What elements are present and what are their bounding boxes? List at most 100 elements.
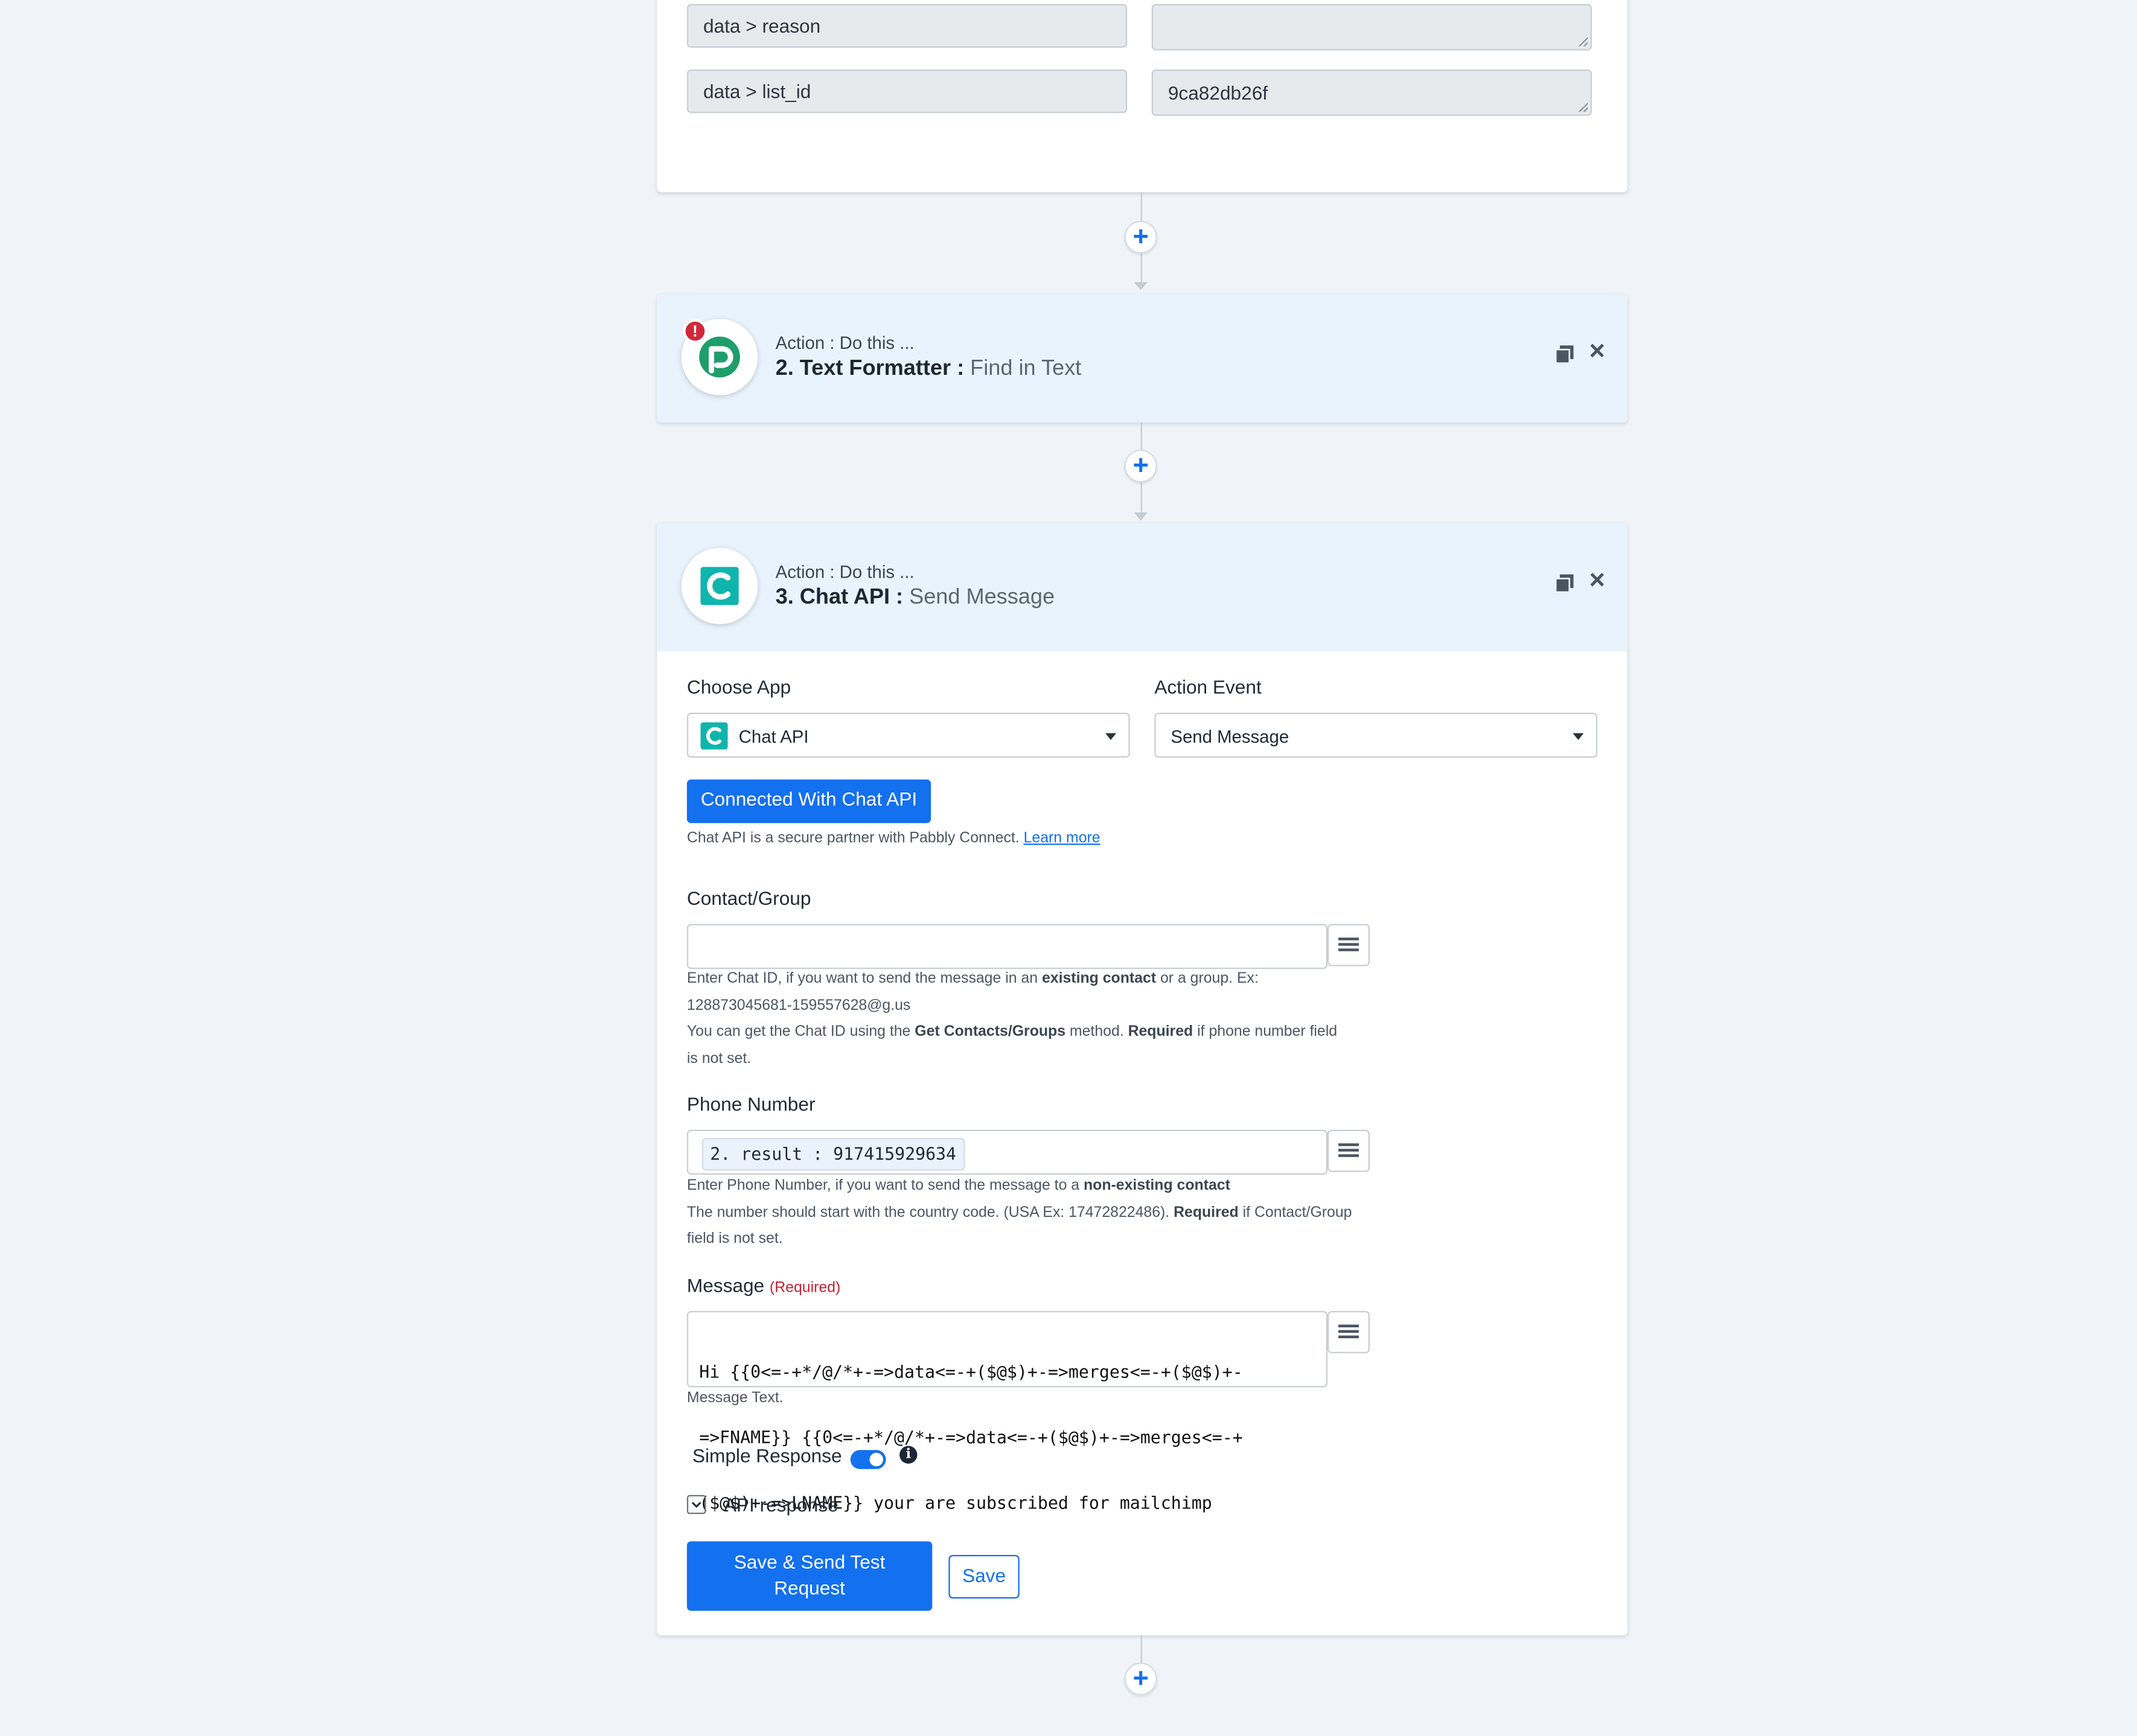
partner-text: Chat API is a secure partner with Pabbly… (687, 826, 1100, 852)
close-icon[interactable]: × (1589, 337, 1605, 368)
step3-app-name: 3. Chat API : (775, 586, 904, 610)
add-step-button[interactable]: + (1124, 1662, 1157, 1696)
contact-group-insert-button[interactable] (1327, 924, 1370, 966)
save-send-test-button[interactable]: Save & Send Test Request (686, 1541, 933, 1611)
chat-api-logo (681, 547, 758, 625)
contact-group-help: Enter Chat ID, if you want to send the m… (687, 966, 1369, 1073)
simple-response-label: Simple Response (692, 1444, 842, 1467)
help-bold: non-existing contact (1084, 1177, 1230, 1194)
info-glyph: i (906, 1447, 912, 1463)
help-bold: existing contact (1041, 970, 1157, 987)
error-badge-icon: ! (683, 319, 708, 343)
choose-app-value: Chat API (738, 726, 809, 747)
choose-app-label: Choose App (686, 675, 791, 698)
phone-number-help: Enter Phone Number, if you want to send … (687, 1173, 1382, 1253)
step2-event-name: Find in Text (970, 357, 1082, 380)
phone-number-chip[interactable]: 2. result : 917415929634 (701, 1138, 965, 1171)
mapping-key-reason: data > reason (703, 14, 821, 37)
add-step-button[interactable]: + (1124, 450, 1157, 483)
action-event-label: Action Event (1154, 675, 1262, 698)
help-text: The number should start with the country… (686, 1204, 1174, 1221)
message-line: Hi {{0<=-+*/@/*+-=>data<=-+($@$)+-=>merg… (699, 1361, 1243, 1382)
copy-icon[interactable] (1555, 573, 1574, 593)
connector-arrow-icon (1134, 282, 1148, 290)
hamburger-menu-icon (1338, 1143, 1359, 1146)
hamburger-menu-icon (1338, 1324, 1359, 1327)
message-insert-button[interactable] (1327, 1310, 1370, 1353)
api-response-expand-button[interactable] (686, 1495, 706, 1514)
help-text: You can get the Chat ID using the (686, 1023, 915, 1040)
mapping-key-field: data > reason (686, 4, 1128, 48)
message-label: Message (Required) (687, 1274, 840, 1296)
help-bold: Required (1174, 1204, 1239, 1221)
help-text: if phone number field (1193, 1023, 1338, 1040)
help-text: Enter Chat ID, if you want to send the m… (686, 970, 1042, 987)
required-tag: (Required) (769, 1279, 841, 1297)
help-text: is not set. (686, 1050, 752, 1067)
step3-subtitle: Action : Do this ... (775, 561, 915, 582)
step3-header[interactable]: Action : Do this ... 3. Chat API : Send … (657, 523, 1628, 652)
chevron-down-icon (691, 1501, 701, 1508)
message-textarea[interactable]: Hi {{0<=-+*/@/*+-=>data<=-+($@$)+-=>merg… (686, 1310, 1327, 1513)
dropdown-caret-icon (1105, 733, 1117, 740)
help-text: or a group. Ex: (1156, 970, 1259, 987)
help-example: 128873045681-159557628@g.us (686, 997, 911, 1013)
phone-number-input[interactable]: 2. result : 917415929634 (686, 1129, 1327, 1175)
message-help: Message Text. (686, 1390, 784, 1406)
resize-handle-icon[interactable] (1578, 36, 1588, 46)
mapping-key-field: data > list_id (686, 69, 1128, 113)
mapping-value-field[interactable]: 9ca82db26f (1151, 69, 1592, 116)
step3-event-name: Send Message (909, 586, 1055, 610)
text-formatter-logo: ! (681, 319, 758, 395)
step1-card: data > reason data > list_id 9ca82db26f (657, 0, 1628, 193)
step2-title: 2. Text Formatter : Find in Text (776, 357, 1082, 382)
connector-arrow-icon (1134, 512, 1148, 521)
contact-group-input[interactable] (686, 924, 1327, 969)
info-icon[interactable]: i (899, 1446, 918, 1464)
action-event-select[interactable]: Send Message (1154, 712, 1598, 758)
save-send-line: Request (774, 1577, 845, 1599)
partner-text-body: Chat API is a secure partner with Pabbly… (686, 829, 1020, 847)
simple-response-toggle[interactable] (850, 1450, 886, 1469)
save-send-line: Save & Send Test (733, 1551, 886, 1573)
step2-subtitle: Action : Do this ... (775, 332, 915, 353)
message-text: Hi {{0<=-+*/@/*+-=>data<=-+($@$)+-=>merg… (699, 1318, 1243, 1557)
learn-more-link[interactable]: Learn more (1024, 830, 1100, 846)
mapping-value-field[interactable] (1151, 4, 1592, 51)
mapping-key-list-id: data > list_id (703, 80, 811, 103)
help-text: method. (1065, 1023, 1128, 1040)
help-text: Enter Phone Number, if you want to send … (686, 1177, 1084, 1194)
action-event-value: Send Message (1171, 726, 1289, 747)
close-icon[interactable]: × (1589, 566, 1605, 597)
toggle-knob (869, 1452, 883, 1467)
hamburger-menu-icon (1338, 1335, 1359, 1339)
save-button[interactable]: Save (948, 1555, 1020, 1599)
phone-number-insert-button[interactable] (1327, 1129, 1370, 1172)
help-text: field is not set. (686, 1230, 783, 1247)
step3-card: Action : Do this ... 3. Chat API : Send … (657, 523, 1628, 1636)
choose-app-select[interactable]: Chat API (686, 712, 1130, 758)
chat-api-c-icon (700, 567, 739, 605)
step2-app-name: 2. Text Formatter : (775, 357, 965, 380)
help-bold: Get Contacts/Groups (915, 1023, 1066, 1040)
add-step-button[interactable]: + (1124, 220, 1157, 254)
hamburger-menu-icon (1338, 1330, 1359, 1333)
hamburger-menu-icon (1338, 1154, 1359, 1157)
chat-api-small-icon (700, 722, 728, 750)
copy-icon[interactable] (1555, 345, 1574, 364)
workflow-canvas: data > reason data > list_id 9ca82db26f … (0, 0, 2137, 1736)
resize-handle-icon[interactable] (1578, 102, 1588, 112)
hamburger-menu-icon (1338, 943, 1359, 946)
hamburger-menu-icon (1338, 1149, 1359, 1152)
phone-number-label: Phone Number (686, 1093, 816, 1115)
help-bold: Required (1128, 1023, 1193, 1040)
error-badge-glyph: ! (692, 321, 698, 341)
contact-group-label: Contact/Group (686, 887, 811, 909)
hamburger-menu-icon (1338, 948, 1359, 951)
hamburger-menu-icon (1338, 937, 1359, 940)
api-response-label[interactable]: API response (724, 1493, 839, 1515)
step2-header[interactable]: ! Action : Do this ... 2. Text Formatter… (657, 294, 1628, 423)
connected-with-chat-api-button[interactable]: Connected With Chat API (686, 779, 931, 823)
help-text: if Contact/Group (1238, 1204, 1352, 1221)
message-label-text: Message (686, 1274, 765, 1297)
